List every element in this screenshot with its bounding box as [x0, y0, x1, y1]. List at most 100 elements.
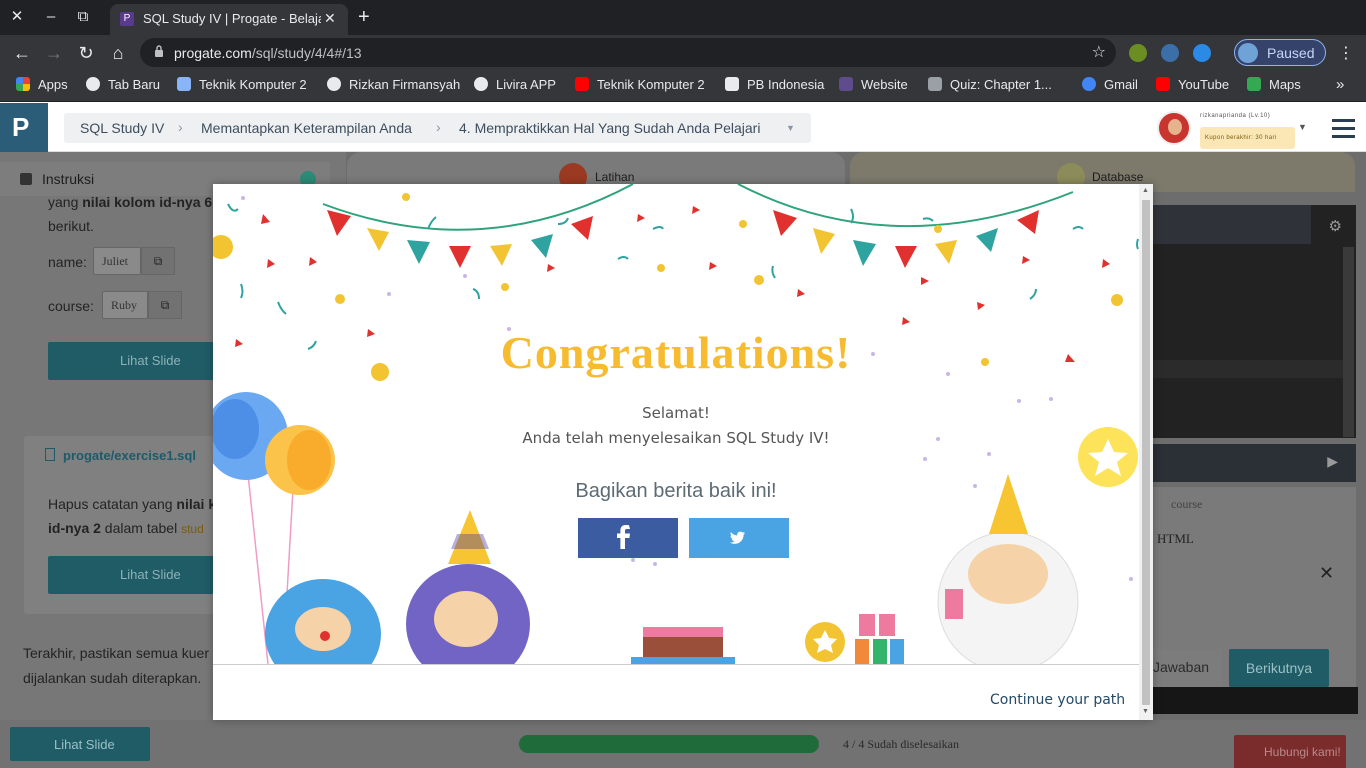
z-logo-icon	[725, 77, 739, 91]
task-line-1: Hapus catatan yang nilai k	[48, 496, 216, 512]
bookmark-label: Quiz: Chapter 1...	[950, 77, 1052, 92]
modal-scrollbar[interactable]: ▲ ▼	[1139, 184, 1153, 720]
close-icon[interactable]: ✕	[1319, 563, 1334, 584]
view-slide-button[interactable]: Lihat Slide	[48, 342, 216, 380]
crumb-course[interactable]: SQL Study IV	[80, 120, 164, 136]
url-path: /sql/study/4/4#/13	[251, 45, 362, 61]
bookmark-label: Apps	[38, 77, 68, 92]
scroll-down-icon[interactable]: ▼	[1142, 708, 1149, 715]
code-editor[interactable]: ⚙	[1153, 205, 1356, 438]
hamburger-menu-icon[interactable]	[1332, 119, 1355, 138]
bookmark-youtube[interactable]: YouTube	[1156, 77, 1229, 95]
copy-icon[interactable]: ⧉	[141, 247, 175, 275]
view-slide-button-2[interactable]: Lihat Slide	[48, 556, 216, 594]
bookmark-label: Tab Baru	[108, 77, 161, 92]
bookmark-star-icon[interactable]: ☆	[1092, 42, 1106, 62]
dots-icon	[928, 77, 942, 91]
share-facebook-button[interactable]	[578, 518, 678, 558]
answer-button[interactable]: Jawaban	[1153, 649, 1221, 687]
gear-icon[interactable]: ⚙	[1329, 217, 1342, 235]
extension-icon[interactable]	[1129, 44, 1147, 62]
crumb-chapter[interactable]: Memantapkan Keterampilan Anda	[201, 120, 412, 136]
bookmark-apps[interactable]: Apps	[16, 77, 68, 95]
back-icon[interactable]: ←	[10, 41, 34, 65]
address-bar[interactable]: progate.com/sql/study/4/4#/13 ☆	[140, 38, 1116, 67]
bookmarks-overflow-icon[interactable]: »	[1336, 76, 1344, 93]
bookmark-rizkan[interactable]: Rizkan Firmansyah	[327, 77, 460, 95]
profile-paused-label: Paused	[1267, 45, 1315, 61]
window-icon	[839, 77, 853, 91]
browser-toolbar: ← → ↻ ⌂ progate.com/sql/study/4/4#/13 ☆ …	[0, 35, 1366, 70]
screen-icon	[177, 77, 191, 91]
share-twitter-button[interactable]	[689, 518, 789, 558]
footer-slide-button[interactable]: Lihat Slide	[10, 727, 150, 761]
progate-logo[interactable]: P	[0, 103, 48, 152]
table-name-code: stud	[181, 522, 204, 536]
final-instruction-2: dijalankan sudah diterapkan.	[23, 670, 202, 686]
bookmark-maps[interactable]: Maps	[1247, 77, 1301, 95]
extension-shield-icon[interactable]	[1161, 44, 1179, 62]
instruction-intro: yang nilai kolom id-nya 6	[48, 194, 212, 210]
contact-button[interactable]: Hubungi kami!	[1234, 735, 1346, 768]
task-text-2: dalam tabel	[100, 520, 182, 536]
tab-close-icon[interactable]: ✕	[324, 10, 336, 27]
browser-menu-icon[interactable]: ⋮	[1338, 43, 1354, 63]
profile-paused-button[interactable]: Paused	[1234, 39, 1326, 66]
home-icon[interactable]: ⌂	[106, 41, 130, 65]
modal-title: Congratulations!	[500, 327, 852, 378]
tab-latihan-label: Latihan	[595, 170, 635, 184]
extension-loop-icon[interactable]	[1193, 44, 1211, 62]
bookmark-teknik-komputer-yt[interactable]: Teknik Komputer 2	[575, 77, 705, 95]
editor-scrollbar[interactable]	[1343, 247, 1354, 437]
url-host: progate.com	[174, 45, 252, 61]
bookmark-gmail[interactable]: Gmail	[1082, 77, 1138, 95]
minimize-window-icon[interactable]: –	[41, 7, 61, 27]
bookmark-pb-indonesia[interactable]: PB Indonesia	[725, 77, 824, 95]
run-bar: ▶	[1153, 444, 1356, 482]
new-tab-icon[interactable]: +	[358, 6, 370, 29]
restore-window-icon[interactable]: ⧉	[73, 7, 93, 27]
facebook-icon	[617, 525, 630, 549]
instruction-intro-end: berikut.	[48, 218, 94, 234]
editor-active-line	[1153, 360, 1343, 378]
bookmark-label: YouTube	[1178, 77, 1230, 92]
chevron-down-icon[interactable]: ▼	[786, 123, 795, 133]
scroll-up-icon[interactable]: ▲	[1142, 187, 1149, 194]
bookmark-teknik-komputer[interactable]: Teknik Komputer 2	[177, 77, 307, 95]
reload-icon[interactable]: ↻	[74, 41, 98, 65]
progate-favicon-icon: P	[120, 12, 134, 26]
modal-scrollbar-thumb[interactable]	[1142, 200, 1150, 705]
next-button[interactable]: Berikutnya	[1229, 649, 1329, 687]
name-value: Juliet	[93, 247, 141, 275]
browser-tab-active[interactable]: P SQL Study IV | Progate - Belajar ✕	[110, 4, 348, 35]
modal-greeting: Selamat!	[642, 404, 710, 422]
bookmarks-bar: Apps Tab Baru Teknik Komputer 2 Rizkan F…	[0, 70, 1366, 102]
tab-title: SQL Study IV | Progate - Belajar	[143, 11, 321, 26]
user-menu-chevron-icon[interactable]: ▼	[1298, 122, 1307, 132]
bookmark-label: Maps	[1269, 77, 1301, 92]
play-icon[interactable]: ▶	[1327, 453, 1338, 470]
bookmark-quiz[interactable]: Quiz: Chapter 1...	[928, 77, 1052, 95]
bookmark-label: Teknik Komputer 2	[597, 77, 705, 92]
bookmark-livira[interactable]: Livira APP	[474, 77, 556, 95]
copy-icon[interactable]: ⧉	[148, 291, 182, 319]
crumb-lesson[interactable]: 4. Mempraktikkan Hal Yang Sudah Anda Pel…	[459, 120, 760, 136]
avatar[interactable]	[1157, 111, 1191, 145]
celebration-illustration	[213, 184, 1139, 664]
book-icon	[20, 173, 32, 185]
maps-icon	[1247, 77, 1261, 91]
globe-icon	[86, 77, 100, 91]
profile-avatar-icon	[1238, 43, 1258, 63]
right-panel-bottom	[1153, 687, 1358, 714]
forward-icon[interactable]: →	[42, 41, 66, 65]
bookmark-label: Teknik Komputer 2	[199, 77, 307, 92]
instruction-heading: Instruksi	[42, 171, 95, 187]
continue-path-link[interactable]: Continue your path	[990, 692, 1125, 708]
progress-status: 4 / 4 Sudah diselesaikan	[843, 737, 959, 751]
bookmark-tab-baru[interactable]: Tab Baru	[86, 77, 160, 95]
bookmark-website[interactable]: Website	[839, 77, 908, 95]
close-window-icon[interactable]: ✕	[7, 7, 27, 27]
result-cell: HTML	[1157, 531, 1194, 546]
progate-header: P SQL Study IV › Memantapkan Keterampila…	[0, 103, 1366, 152]
lock-icon	[155, 45, 163, 57]
